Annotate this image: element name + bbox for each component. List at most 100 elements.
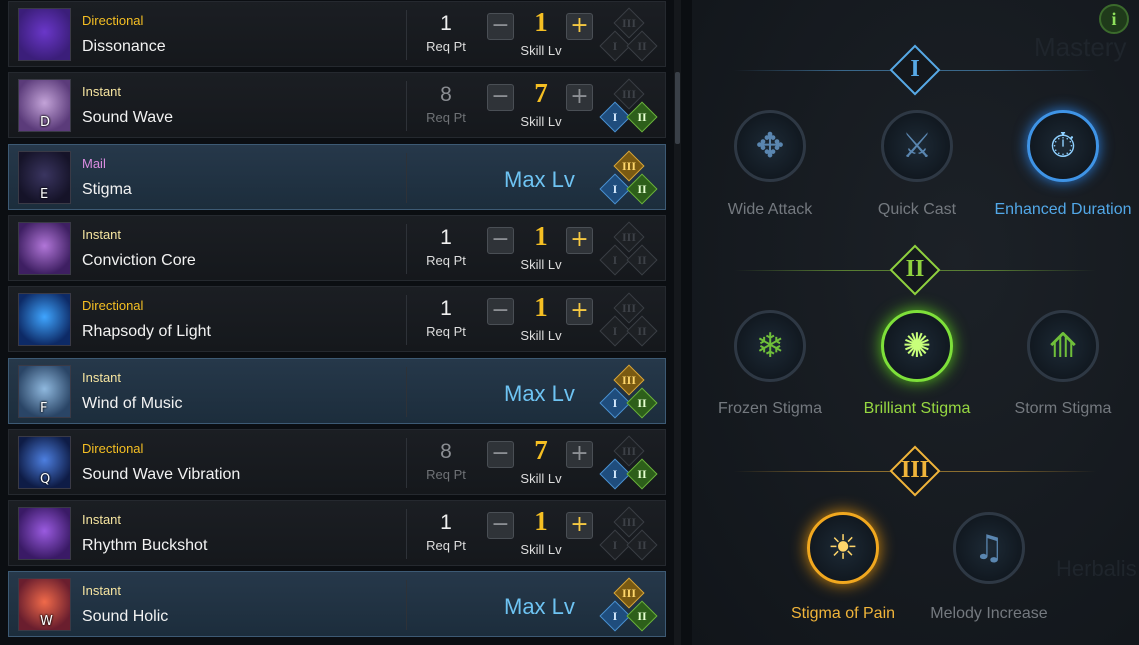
skill-icon[interactable]	[18, 507, 71, 560]
skill-level-label: Skill Lv	[520, 542, 562, 557]
divider	[406, 295, 407, 345]
tripod-node[interactable]: ✥	[734, 110, 806, 182]
snowflake-icon: ❄	[755, 326, 785, 366]
required-points-label: Req Pt	[426, 253, 466, 268]
tripod-gems[interactable]: III I II	[599, 7, 659, 64]
skill-name: Dissonance	[82, 38, 166, 55]
increase-level-button[interactable]: +	[566, 512, 593, 539]
wide-attack-icon: ✥	[755, 126, 785, 166]
skill-row[interactable]: Instant Rhythm Buckshot 1 Req Pt −1 Skill Lv +…	[8, 500, 666, 566]
skill-icon[interactable]	[18, 222, 71, 275]
skill-row[interactable]: Instant Conviction Core 1 Req Pt −1 Skill Lv +…	[8, 215, 666, 281]
tripod-gems[interactable]: III I II	[599, 435, 659, 492]
tripod-gems[interactable]: III I II	[599, 292, 659, 349]
divider	[406, 580, 407, 630]
increase-level-button[interactable]: +	[566, 227, 593, 254]
tripod-node[interactable]: ❄	[734, 310, 806, 382]
divider	[406, 438, 407, 488]
tripod-gem-label: II	[637, 39, 647, 53]
tornado-icon: ⟰	[1048, 326, 1078, 366]
skill-level-label: Skill Lv	[520, 114, 562, 129]
skill-type: Mail	[82, 156, 106, 171]
skill-type: Directional	[82, 298, 144, 313]
skill-type: Instant	[82, 512, 122, 527]
tripod-gems[interactable]: III I II	[599, 221, 659, 278]
decrease-level-button[interactable]: −	[487, 441, 514, 468]
required-points-label: Req Pt	[426, 467, 466, 482]
tripod-gem-label: II	[637, 253, 647, 267]
skill-row[interactable]: F Instant Wind of Music Max Lv III I II	[8, 358, 666, 424]
tripod-gem-label: III	[621, 87, 636, 101]
tripod-gems[interactable]: III I II	[599, 364, 659, 421]
skill-icon[interactable]: W	[18, 578, 71, 631]
tripod-gems[interactable]: III I II	[599, 577, 659, 634]
skill-row[interactable]: E Mail Stigma Max Lv III I II	[8, 144, 666, 210]
tripod-gems[interactable]: III I II	[599, 506, 659, 563]
skill-type: Instant	[82, 370, 122, 385]
background-label: Mastery	[1034, 32, 1127, 62]
skill-row[interactable]: Directional Rhapsody of Light 1 Req Pt −1 Ski…	[8, 286, 666, 352]
tripod-node-label: Frozen Stigma	[717, 400, 823, 417]
max-level-label: Max Lv	[504, 594, 575, 619]
skill-icon[interactable]: D	[18, 79, 71, 132]
skill-window: Directional Dissonance 1 Req Pt −1 Skill Lv + I…	[0, 0, 1139, 645]
skill-icon[interactable]	[18, 293, 71, 346]
tripod-gem-label: I	[612, 253, 618, 267]
tripod-gem-label: I	[612, 110, 618, 124]
increase-level-button[interactable]: +	[566, 298, 593, 325]
skill-row[interactable]: Q Directional Sound Wave Vibration 8 Req Pt −…	[8, 429, 666, 495]
tier-label: II	[905, 256, 925, 282]
tripod-node[interactable]: ⏱	[1027, 110, 1099, 182]
skill-type: Instant	[82, 84, 122, 99]
skill-hotkey: E	[40, 187, 49, 202]
scrollbar-thumb[interactable]	[675, 72, 680, 144]
decrease-level-button[interactable]: −	[487, 512, 514, 539]
tripod-gem-label: II	[637, 467, 647, 481]
tripod-gem-label: III	[621, 16, 636, 30]
tripod-node[interactable]: ⚔	[881, 110, 953, 182]
required-points-value: 8	[440, 440, 452, 463]
required-points-label: Req Pt	[426, 324, 466, 339]
tripod-node[interactable]: ✺	[881, 310, 953, 382]
skill-row[interactable]: Directional Dissonance 1 Req Pt −1 Skill Lv + I…	[8, 1, 666, 67]
required-points: 1 Req Pt	[423, 12, 469, 54]
increase-level-button[interactable]: +	[566, 441, 593, 468]
stopwatch-icon: ⏱	[1049, 126, 1077, 166]
skill-icon[interactable]	[18, 8, 71, 61]
skill-type: Instant	[82, 227, 122, 242]
tripod-gem-label: I	[612, 182, 618, 196]
skill-icon[interactable]: E	[18, 151, 71, 204]
tripod-gem-label: II	[637, 182, 647, 196]
skill-icon[interactable]: Q	[18, 436, 71, 489]
skill-icon[interactable]: F	[18, 365, 71, 418]
info-icon[interactable]: i	[1099, 4, 1129, 34]
skill-type: Instant	[82, 583, 122, 598]
increase-level-button[interactable]: +	[566, 84, 593, 111]
tripod-gems[interactable]: III I II	[599, 78, 659, 135]
tripod-node[interactable]: ⟰	[1027, 310, 1099, 382]
tripod-gems[interactable]: III I II	[599, 150, 659, 207]
tripod-gem-label: III	[621, 586, 636, 600]
skill-row[interactable]: W Instant Sound Holic Max Lv III I II	[8, 571, 666, 637]
skill-level-value: 1	[534, 221, 548, 251]
tripod-node[interactable]: ♫	[953, 512, 1025, 584]
decrease-level-button[interactable]: −	[487, 84, 514, 111]
music-notes-icon: ♫	[973, 528, 1005, 568]
required-points-value: 1	[440, 511, 452, 534]
required-points-value: 1	[440, 226, 452, 249]
skill-row[interactable]: D Instant Sound Wave 8 Req Pt −7 Skill Lv + III I…	[8, 72, 666, 138]
decrease-level-button[interactable]: −	[487, 298, 514, 325]
max-level-label: Max Lv	[504, 167, 575, 192]
skill-name: Stigma	[82, 181, 132, 198]
required-points: 8 Req Pt	[423, 440, 469, 482]
tripod-node-label: Enhanced Duration	[994, 201, 1132, 218]
skill-level-value: 7	[534, 435, 548, 465]
tripod-gem-label: III	[621, 230, 636, 244]
decrease-level-button[interactable]: −	[487, 227, 514, 254]
increase-level-button[interactable]: +	[566, 13, 593, 40]
skill-level-value: 1	[534, 292, 548, 322]
skill-level-value: 1	[534, 7, 548, 37]
tripod-node[interactable]: ☀	[807, 512, 879, 584]
tripod-node-label: Wide Attack	[727, 201, 813, 218]
decrease-level-button[interactable]: −	[487, 13, 514, 40]
